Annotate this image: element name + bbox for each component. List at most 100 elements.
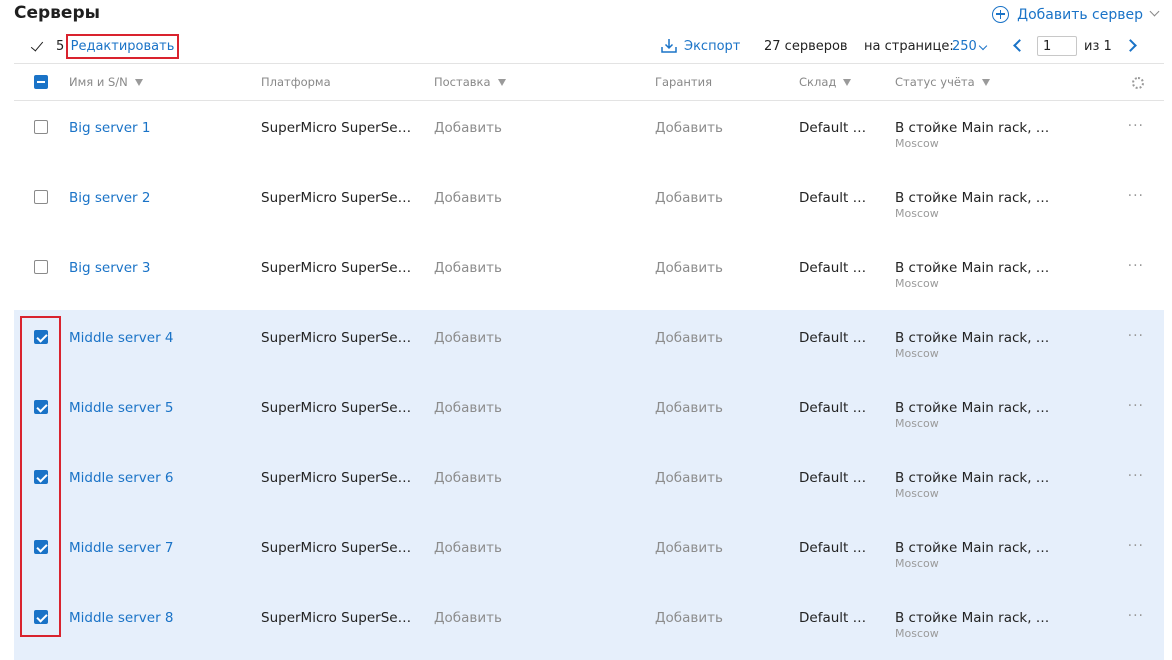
status-cell: В стойке Main rack, U: 1 — [895, 120, 1055, 136]
platform-cell: SuperMicro SuperServer — [261, 540, 413, 556]
status-cell: В стойке Main rack, U: 5 — [895, 400, 1055, 416]
platform-cell: SuperMicro SuperServer — [261, 610, 413, 626]
row-checkbox[interactable] — [34, 190, 48, 204]
row-checkbox[interactable] — [34, 260, 48, 274]
server-name-link[interactable]: Middle server 6 — [69, 470, 174, 486]
row-checkbox[interactable] — [34, 610, 48, 624]
platform-cell: SuperMicro SuperServer — [261, 260, 413, 276]
table-toolbar: 5 Редактировать Экспорт 27 серверов на с… — [0, 34, 1172, 60]
row-checkbox[interactable] — [34, 540, 48, 554]
warranty-add-link[interactable]: Добавить — [655, 400, 723, 416]
per-page-select[interactable]: 250 — [952, 39, 977, 54]
supply-add-link[interactable]: Добавить — [434, 190, 502, 206]
column-header-platform-label: Платформа — [261, 75, 331, 89]
more-actions-icon[interactable]: ··· — [1128, 538, 1144, 554]
platform-cell: SuperMicro SuperServer — [261, 470, 413, 486]
platform-cell: SuperMicro SuperServer — [261, 190, 413, 206]
page-number-input[interactable] — [1037, 36, 1077, 56]
status-cell: В стойке Main rack, U: 6 — [895, 470, 1055, 486]
more-actions-icon[interactable]: ··· — [1128, 118, 1144, 134]
export-label: Экспорт — [684, 38, 741, 54]
table-row[interactable]: Middle server 4 SuperMicro SuperServer Д… — [14, 310, 1164, 380]
location-city: Moscow — [895, 277, 939, 290]
server-name-link[interactable]: Middle server 5 — [69, 400, 174, 416]
export-button[interactable]: Экспорт — [660, 38, 740, 54]
more-actions-icon[interactable]: ··· — [1128, 328, 1144, 344]
row-checkbox[interactable] — [34, 330, 48, 344]
supply-add-link[interactable]: Добавить — [434, 120, 502, 136]
gear-icon[interactable] — [1132, 77, 1144, 89]
warehouse-cell: Default warehouse — [799, 120, 867, 136]
warranty-add-link[interactable]: Добавить — [655, 470, 723, 486]
warranty-add-link[interactable]: Добавить — [655, 190, 723, 206]
server-name-link[interactable]: Big server 1 — [69, 120, 151, 136]
column-header-status[interactable]: Статус учёта — [895, 75, 990, 89]
more-actions-icon[interactable]: ··· — [1128, 258, 1144, 274]
prev-page-icon[interactable] — [1013, 39, 1026, 52]
status-cell: В стойке Main rack, U: 4 — [895, 330, 1055, 346]
chevron-down-icon[interactable] — [978, 41, 988, 51]
server-name-link[interactable]: Big server 2 — [69, 190, 151, 206]
server-name-link[interactable]: Middle server 8 — [69, 610, 174, 626]
filter-icon[interactable] — [843, 78, 852, 86]
table-row[interactable]: Middle server 7 SuperMicro SuperServer Д… — [14, 520, 1164, 590]
row-checkbox[interactable] — [34, 400, 48, 414]
status-cell: В стойке Main rack, U: 7 — [895, 540, 1055, 556]
location-city: Moscow — [895, 627, 939, 640]
warranty-add-link[interactable]: Добавить — [655, 330, 723, 346]
server-name-link[interactable]: Big server 3 — [69, 260, 151, 276]
location-city: Moscow — [895, 417, 939, 430]
row-checkbox[interactable] — [34, 120, 48, 134]
table-row[interactable]: Middle server 5 SuperMicro SuperServer Д… — [14, 380, 1164, 450]
plus-circle-icon — [992, 6, 1010, 23]
filter-icon[interactable] — [497, 78, 506, 86]
filter-icon[interactable] — [981, 78, 990, 86]
warranty-add-link[interactable]: Добавить — [655, 540, 723, 556]
warranty-add-link[interactable]: Добавить — [655, 610, 723, 626]
location-city: Moscow — [895, 137, 939, 150]
supply-add-link[interactable]: Добавить — [434, 540, 502, 556]
server-name-link[interactable]: Middle server 4 — [69, 330, 174, 346]
more-actions-icon[interactable]: ··· — [1128, 608, 1144, 624]
add-server-label: Добавить сервер — [1017, 6, 1143, 23]
filter-icon[interactable] — [134, 78, 143, 86]
servers-page: Серверы Добавить сервер 5 Редактировать … — [0, 0, 1172, 660]
column-header-platform[interactable]: Платформа — [261, 75, 331, 89]
column-header-status-label: Статус учёта — [895, 75, 975, 89]
table-header: Имя и S/N Платформа Поставка Гарантия Ск… — [14, 63, 1164, 101]
more-actions-icon[interactable]: ··· — [1128, 188, 1144, 204]
row-checkbox[interactable] — [34, 470, 48, 484]
table-row[interactable]: Middle server 6 SuperMicro SuperServer Д… — [14, 450, 1164, 520]
add-server-button[interactable]: Добавить сервер — [992, 6, 1160, 23]
column-header-warranty[interactable]: Гарантия — [655, 75, 712, 89]
more-actions-icon[interactable]: ··· — [1128, 468, 1144, 484]
per-page-label: на странице: — [864, 39, 954, 54]
column-header-supply[interactable]: Поставка — [434, 75, 506, 89]
warranty-add-link[interactable]: Добавить — [655, 260, 723, 276]
platform-cell: SuperMicro SuperServer — [261, 400, 413, 416]
table-row[interactable]: Big server 2 SuperMicro SuperServer Доба… — [14, 170, 1164, 240]
table-row[interactable]: Middle server 8 SuperMicro SuperServer Д… — [14, 590, 1164, 660]
selected-count: 5 — [56, 39, 65, 54]
column-header-warranty-label: Гарантия — [655, 75, 713, 89]
column-header-warehouse[interactable]: Склад — [799, 75, 852, 89]
column-header-name[interactable]: Имя и S/N — [69, 75, 143, 89]
supply-add-link[interactable]: Добавить — [434, 610, 502, 626]
supply-add-link[interactable]: Добавить — [434, 330, 502, 346]
next-page-icon[interactable] — [1124, 39, 1137, 52]
server-name-link[interactable]: Middle server 7 — [69, 540, 174, 556]
edit-button[interactable]: Редактировать — [66, 34, 179, 59]
supply-add-link[interactable]: Добавить — [434, 400, 502, 416]
supply-add-link[interactable]: Добавить — [434, 260, 502, 276]
select-all-checkbox[interactable] — [34, 75, 48, 89]
warehouse-cell: Default warehouse — [799, 190, 867, 206]
table-row[interactable]: Big server 3 SuperMicro SuperServer Доба… — [14, 240, 1164, 310]
supply-add-link[interactable]: Добавить — [434, 470, 502, 486]
total-pages: из 1 — [1084, 39, 1112, 54]
location-city: Moscow — [895, 557, 939, 570]
warranty-add-link[interactable]: Добавить — [655, 120, 723, 136]
table-row[interactable]: Big server 1 SuperMicro SuperServer Доба… — [14, 100, 1164, 170]
warehouse-cell: Default warehouse — [799, 330, 867, 346]
more-actions-icon[interactable]: ··· — [1128, 398, 1144, 414]
chevron-down-icon[interactable] — [1149, 6, 1160, 17]
